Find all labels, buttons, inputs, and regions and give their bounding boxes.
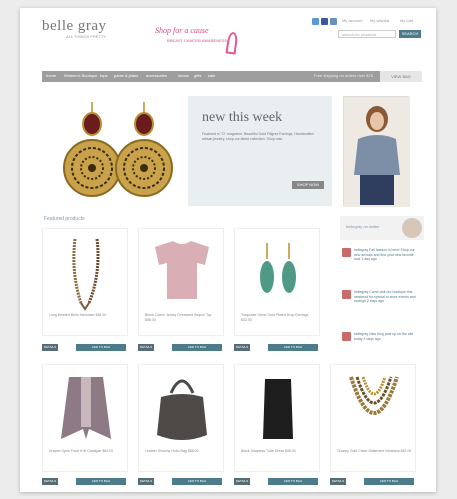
add-to-bag-button[interactable]: ADD TO BAG: [268, 478, 318, 485]
page: belle gray ALL THINGS PRETTY Shop for a …: [20, 8, 436, 492]
search-input[interactable]: search for products: [338, 30, 396, 38]
hero-description: Featured in "O" magazine. Beautiful Gold…: [202, 132, 314, 141]
product-card[interactable]: Blush Cotton Jersey Oversized Sequin Top…: [138, 228, 224, 336]
section-title: Featured products: [44, 216, 85, 222]
product-name[interactable]: Long Beaded Boho Necklace $48.00: [49, 313, 127, 318]
facebook-icon[interactable]: [321, 18, 328, 25]
search-button[interactable]: SEARCH: [399, 30, 421, 38]
details-button[interactable]: DETAILS: [42, 344, 58, 351]
tweet-avatar: [342, 290, 351, 299]
cause-banner[interactable]: Shop for a cause BREAST CANCER AWARENESS: [155, 22, 251, 60]
twitter-header: bellegray on twitter: [340, 216, 424, 240]
product-image[interactable]: [341, 369, 407, 447]
add-to-bag-button[interactable]: ADD TO BAG: [76, 344, 126, 351]
tweet-text[interactable]: bellegray New blog post up on the site t…: [354, 332, 420, 341]
product-image[interactable]: [149, 369, 215, 447]
banner-title: Shop for a cause: [155, 26, 209, 35]
product-card[interactable]: Chunky Gold Chain Statement Necklace $52…: [330, 364, 416, 472]
product-image[interactable]: [245, 233, 311, 311]
tweet-text[interactable]: bellegray Fall fashion is here! Shop our…: [354, 248, 420, 262]
hero-title: new this week: [202, 110, 283, 125]
twitter-panel: bellegray on twitter bellegray Fall fash…: [340, 216, 424, 350]
product-image[interactable]: [245, 369, 311, 447]
product-image[interactable]: [53, 233, 119, 311]
logo-tagline: ALL THINGS PRETTY: [66, 34, 107, 39]
twitter-icon[interactable]: [312, 18, 319, 25]
logo[interactable]: belle gray: [42, 18, 107, 35]
add-to-bag-button[interactable]: ADD TO BAG: [364, 478, 414, 485]
blog-icon[interactable]: [330, 18, 337, 25]
add-to-bag-button[interactable]: ADD TO BAG: [172, 344, 222, 351]
util-link-wishlist[interactable]: My wishlist: [370, 18, 389, 23]
tweet-avatar: [342, 332, 351, 341]
tweet-avatar: [342, 248, 351, 257]
details-button[interactable]: DETAILS: [234, 344, 250, 351]
twitter-label[interactable]: bellegray on twitter: [346, 224, 380, 229]
tweet-text[interactable]: bellegray Come visit our boutique this w…: [354, 290, 420, 304]
add-to-bag-button[interactable]: ADD TO BAG: [172, 478, 222, 485]
nav-item-accessories[interactable]: accessories: [146, 73, 167, 78]
details-button[interactable]: DETAILS: [138, 478, 154, 485]
details-button[interactable]: DETAILS: [234, 478, 250, 485]
product-name[interactable]: Turquoise Stone Gold Plated Drop Earring…: [241, 313, 319, 322]
hero-banner[interactable]: new this week Featured in "O" magazine. …: [42, 96, 332, 206]
details-button[interactable]: DETAILS: [42, 478, 58, 485]
nav-item-tops[interactable]: tops: [100, 73, 108, 78]
shipping-promo: Free shipping on orders over $75: [314, 73, 373, 78]
product-card[interactable]: Turquoise Stone Gold Plated Drop Earring…: [234, 228, 320, 336]
nav-item-gifts[interactable]: gifts: [194, 73, 201, 78]
view-bag-button[interactable]: VIEW BAG: [380, 71, 422, 82]
nav-item-shoes[interactable]: shoes: [178, 73, 189, 78]
add-to-bag-button[interactable]: ADD TO BAG: [268, 344, 318, 351]
product-name[interactable]: Black Strapless Tube Dress $46.00: [241, 449, 319, 454]
shop-now-button[interactable]: SHOP NOW: [292, 181, 324, 189]
pink-ribbon-icon: [225, 31, 239, 55]
banner-subtitle: BREAST CANCER AWARENESS: [167, 38, 228, 43]
hero-earrings-image: [42, 96, 188, 206]
product-name[interactable]: Blush Cotton Jersey Oversized Sequin Top…: [145, 313, 223, 322]
details-button[interactable]: DETAILS: [138, 344, 154, 351]
main-nav: home Women's Boutique tops pants & jeans…: [42, 71, 422, 82]
product-image[interactable]: [149, 233, 215, 311]
product-image[interactable]: [53, 369, 119, 447]
product-name[interactable]: Chunky Gold Chain Statement Necklace $52…: [337, 449, 415, 454]
product-name[interactable]: Draped Open Front Knit Cardigan $64.00: [49, 449, 127, 454]
product-card[interactable]: Black Strapless Tube Dress $46.00: [234, 364, 320, 472]
details-button[interactable]: DETAILS: [330, 478, 346, 485]
nav-item-home[interactable]: home: [46, 73, 56, 78]
product-name[interactable]: Leather Slouchy Hobo Bag $88.00: [145, 449, 223, 454]
nav-item-boutique[interactable]: Women's Boutique: [64, 73, 97, 78]
util-link-cart[interactable]: My cart: [400, 18, 413, 23]
nav-item-sale[interactable]: sale: [208, 73, 215, 78]
featured-model-photo[interactable]: [343, 96, 410, 207]
nav-item-pants[interactable]: pants & jeans: [114, 73, 138, 78]
product-card[interactable]: Draped Open Front Knit Cardigan $64.00: [42, 364, 128, 472]
add-to-bag-button[interactable]: ADD TO BAG: [76, 478, 126, 485]
product-card[interactable]: Long Beaded Boho Necklace $48.00: [42, 228, 128, 336]
product-card[interactable]: Leather Slouchy Hobo Bag $88.00: [138, 364, 224, 472]
util-link-account[interactable]: My account: [342, 18, 362, 23]
avatar: [402, 218, 422, 238]
